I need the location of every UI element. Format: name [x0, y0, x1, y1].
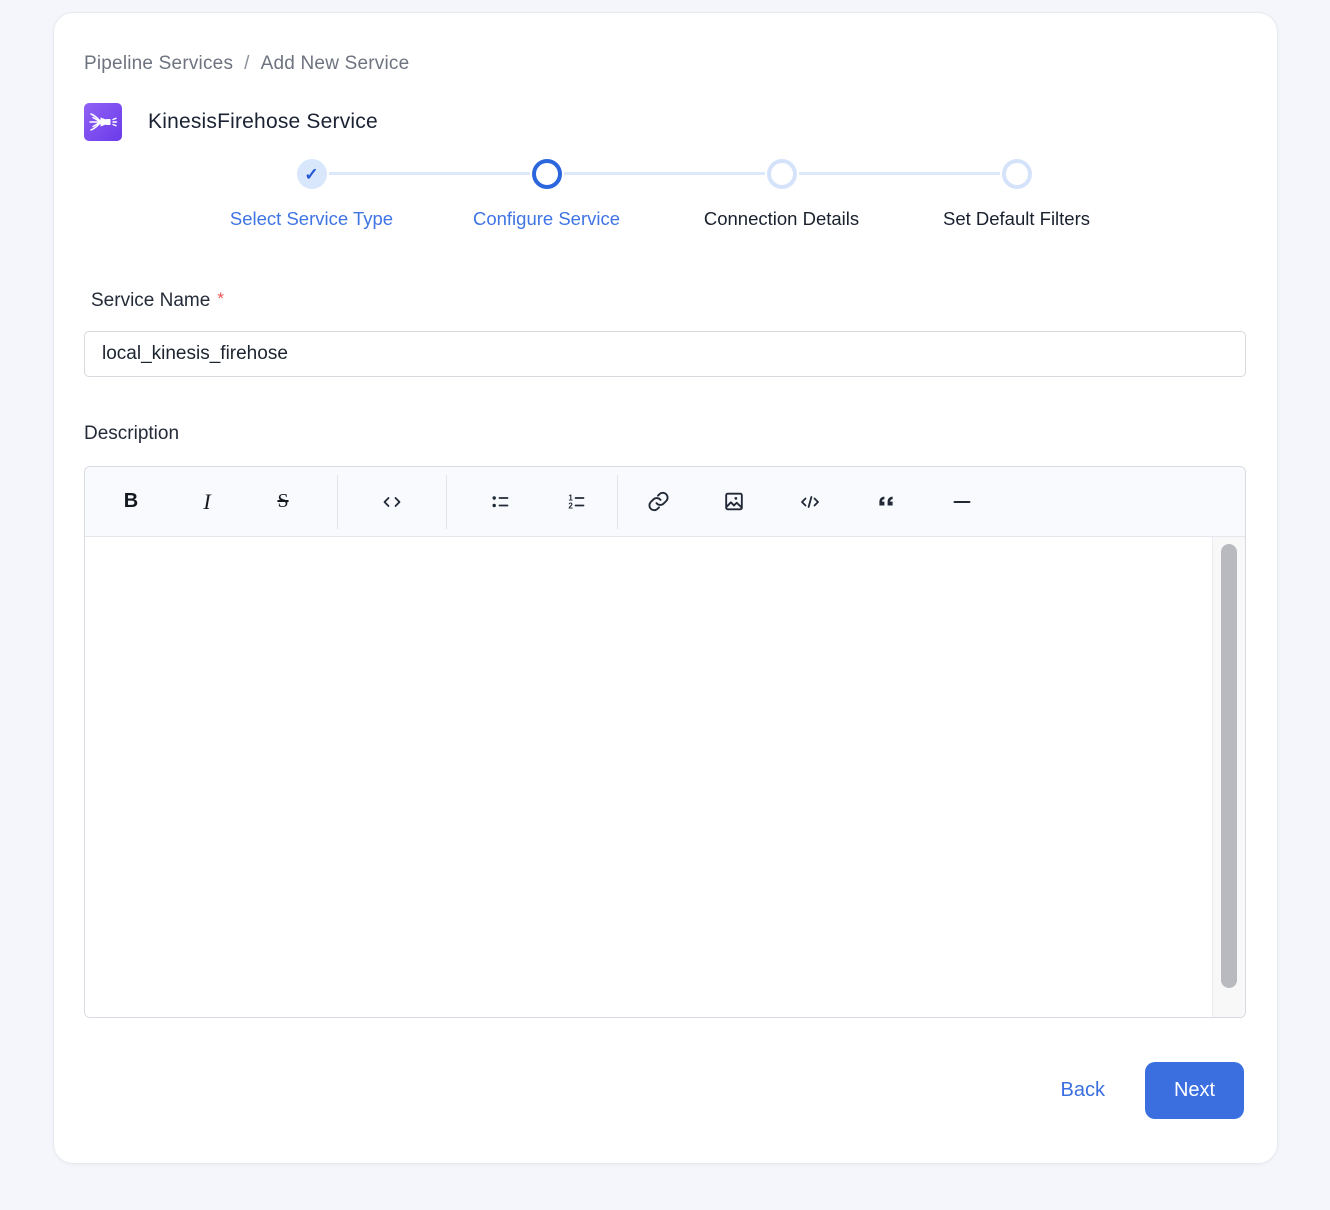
numbered-list-icon: 12: [564, 490, 590, 514]
check-icon: ✓: [304, 166, 318, 183]
toolbar-numbered-list-button[interactable]: 12: [539, 478, 615, 526]
kinesis-firehose-icon: [84, 103, 122, 141]
step-indicator[interactable]: [1002, 159, 1032, 189]
step-configure-service: Configure Service: [429, 159, 664, 230]
toolbar-divider: [446, 475, 447, 529]
step-label: Set Default Filters: [943, 208, 1090, 230]
breadcrumb-add-new-service: Add New Service: [261, 53, 410, 75]
toolbar-code-block-button[interactable]: [772, 478, 848, 526]
toolbar-italic-button[interactable]: I: [169, 478, 245, 526]
toolbar-inline-code-button[interactable]: [354, 478, 430, 526]
back-button[interactable]: Back: [1061, 1079, 1105, 1102]
bold-icon: B: [124, 490, 138, 513]
progress-stepper: ✓ Select Service Type Configure Service Con…: [194, 159, 1134, 230]
code-block-icon: [796, 490, 824, 514]
description-editor: B I S 12: [84, 466, 1246, 1018]
toolbar-horizontal-rule-button[interactable]: [924, 478, 1000, 526]
editor-scrollbar-thumb[interactable]: [1221, 544, 1237, 988]
italic-icon: I: [203, 489, 210, 515]
toolbar-image-button[interactable]: [696, 478, 772, 526]
step-set-default-filters: Set Default Filters: [899, 159, 1134, 230]
step-select-service-type: ✓ Select Service Type: [194, 159, 429, 230]
toolbar-divider: [617, 475, 618, 529]
step-connection-details: Connection Details: [664, 159, 899, 230]
horizontal-rule-icon: [949, 490, 975, 514]
step-connector: [329, 172, 530, 175]
step-connector: [799, 172, 1000, 175]
bulleted-list-icon: [488, 490, 514, 514]
toolbar-link-button[interactable]: [620, 478, 696, 526]
step-indicator[interactable]: ✓: [297, 159, 327, 189]
toolbar-divider: [337, 475, 338, 529]
required-asterisk: *: [217, 289, 224, 308]
step-connector: [564, 172, 765, 175]
description-label: Description: [84, 423, 1244, 445]
step-indicator[interactable]: [767, 159, 797, 189]
service-name-input[interactable]: [84, 331, 1246, 377]
step-label: Configure Service: [473, 208, 620, 230]
breadcrumb-separator: /: [244, 53, 249, 75]
step-indicator[interactable]: [532, 159, 562, 189]
wizard-footer: Back Next: [84, 1062, 1244, 1119]
service-name-label: Service Name*: [91, 290, 1244, 312]
description-editor-body[interactable]: [85, 537, 1213, 1017]
editor-toolbar: B I S 12: [85, 467, 1245, 537]
toolbar-bold-button[interactable]: B: [93, 478, 169, 526]
toolbar-strikethrough-button[interactable]: S: [245, 478, 321, 526]
link-icon: [645, 489, 672, 514]
step-label: Connection Details: [704, 208, 859, 230]
next-button[interactable]: Next: [1145, 1062, 1244, 1119]
page-title: KinesisFirehose Service: [148, 110, 378, 134]
step-label: Select Service Type: [230, 208, 393, 230]
toolbar-bulleted-list-button[interactable]: [463, 478, 539, 526]
image-icon: [721, 489, 747, 514]
service-header: KinesisFirehose Service: [84, 103, 1244, 141]
inline-code-icon: [379, 490, 405, 514]
toolbar-blockquote-button[interactable]: [848, 478, 924, 526]
breadcrumb: Pipeline Services / Add New Service: [84, 53, 1244, 75]
strikethrough-icon: S: [277, 490, 288, 513]
editor-scrollbar[interactable]: [1213, 537, 1245, 1017]
breadcrumb-pipeline-services[interactable]: Pipeline Services: [84, 53, 233, 75]
add-service-card: Pipeline Services / Add New Service: [53, 12, 1278, 1164]
blockquote-icon: [873, 490, 899, 514]
svg-text:2: 2: [568, 501, 573, 510]
